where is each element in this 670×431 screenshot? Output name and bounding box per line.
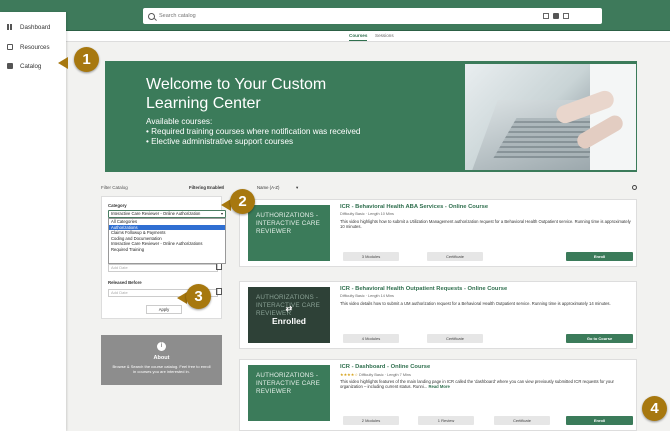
- course-meta: ★★★★☆ Difficulty Basic · Length 7 Mins: [340, 372, 411, 377]
- course-card: AUTHORIZATIONS - INTERACTIVE CARE REVIEW…: [239, 199, 637, 267]
- course-meta-text: Difficulty Basic · Length 7 Mins: [359, 373, 411, 377]
- sidebar-item-dashboard[interactable]: Dashboard: [0, 18, 66, 36]
- enroll-button[interactable]: Enroll: [566, 416, 633, 425]
- banner-subtitle: Available courses: • Required training c…: [146, 117, 426, 147]
- course-title[interactable]: ICR - Behavioral Health ABA Services - O…: [340, 204, 488, 210]
- clear-filter-icon[interactable]: ×: [221, 185, 224, 191]
- callout-badge-1: 1: [74, 47, 99, 72]
- search-icon[interactable]: [632, 185, 637, 190]
- banner-photo: [465, 64, 636, 170]
- enroll-button[interactable]: Enroll: [566, 252, 633, 261]
- dashboard-icon: [7, 24, 13, 30]
- banner-title: Welcome to Your Custom Learning Center: [146, 76, 327, 112]
- sidebar-item-resources[interactable]: Resources: [0, 38, 66, 56]
- grid-view-icon[interactable]: [543, 13, 549, 19]
- modules-badge: 3 Modules: [343, 252, 399, 261]
- filtering-enabled-label: Filtering Enabled: [189, 185, 224, 190]
- modules-badge: 2 Modules: [343, 416, 399, 425]
- callout-pointer: [58, 57, 68, 69]
- banner-line: Available courses:: [146, 117, 213, 126]
- about-title: About: [153, 355, 170, 361]
- course-meta: Difficulty Basic · Length 10 Mins: [340, 212, 394, 216]
- chevron-down-icon: ▾: [220, 211, 223, 216]
- tab-sessions[interactable]: Sessions: [375, 33, 394, 38]
- course-thumbnail[interactable]: AUTHORIZATIONS - INTERACTIVE CARE REVIEW…: [248, 205, 330, 261]
- course-description: This video highlights features of the ma…: [340, 379, 632, 390]
- released-before-label: Released Before: [108, 280, 142, 285]
- sidebar: Dashboard Resources Catalog: [0, 12, 66, 431]
- folder-icon[interactable]: [553, 13, 559, 19]
- calendar-icon[interactable]: [216, 263, 222, 270]
- certificate-badge: Certificate: [427, 252, 483, 261]
- sidebar-item-label: Catalog: [20, 62, 42, 70]
- catalog-search[interactable]: [143, 8, 602, 24]
- read-more-link[interactable]: Read More: [428, 384, 449, 389]
- callout-badge-2: 2: [230, 189, 255, 214]
- category-value: Interactive Care Reviewer - Online Autho…: [111, 211, 201, 216]
- sidebar-item-catalog[interactable]: Catalog: [0, 57, 66, 75]
- welcome-banner: Welcome to Your Custom Learning Center A…: [105, 61, 637, 172]
- course-title[interactable]: ICR - Behavioral Health Outpatient Reque…: [340, 286, 507, 292]
- sidebar-item-label: Dashboard: [20, 23, 51, 31]
- category-select[interactable]: Interactive Care Reviewer - Online Autho…: [108, 210, 226, 218]
- rating-stars: ★★★★☆: [340, 372, 358, 377]
- course-description: This video highlights how to submit a Ut…: [340, 219, 631, 230]
- enrolled-label: Enrolled: [271, 315, 306, 326]
- course-description: This video details how to submit a UM au…: [340, 301, 611, 306]
- about-panel: i About Browse & Search the course catal…: [101, 335, 222, 385]
- document-icon: [7, 44, 13, 50]
- certificate-badge: Certificate: [494, 416, 550, 425]
- search-input[interactable]: [159, 13, 539, 19]
- document-icon[interactable]: [563, 13, 569, 19]
- search-icon: [148, 12, 155, 20]
- tab-courses[interactable]: Courses: [349, 33, 368, 41]
- apply-button[interactable]: Apply: [146, 305, 182, 314]
- sort-select[interactable]: Name (A-Z): [257, 185, 279, 190]
- banner-line: • Elective administrative support course…: [146, 137, 294, 146]
- callout-badge-3: 3: [186, 284, 211, 309]
- folder-icon: [7, 63, 13, 69]
- modules-badge: 4 Modules: [343, 334, 399, 343]
- enrolled-overlay: ⇄ Enrolled: [248, 287, 330, 343]
- course-card: AUTHORIZATIONS - INTERACTIVE CARE REVIEW…: [239, 359, 637, 431]
- tab-bar: Courses Sessions: [66, 31, 670, 42]
- course-description-text: This video highlights features of the ma…: [340, 379, 614, 390]
- go-to-course-button[interactable]: Go to Course: [566, 334, 633, 343]
- enrolled-icon: ⇄: [285, 303, 293, 313]
- certificate-badge: Certificate: [427, 334, 483, 343]
- about-text: Browse & Search the course catalog. Feel…: [112, 364, 211, 374]
- category-label: Category: [108, 203, 127, 208]
- dropdown-option[interactable]: Required Training: [109, 247, 225, 253]
- course-thumbnail[interactable]: AUTHORIZATIONS - INTERACTIVE CARE REVIEW…: [248, 365, 330, 421]
- info-icon: i: [157, 342, 166, 351]
- sidebar-item-label: Resources: [20, 43, 50, 51]
- course-meta: Difficulty Basic · Length 14 Mins: [340, 294, 394, 298]
- reviews-badge[interactable]: 1 Review: [418, 416, 474, 425]
- chevron-down-icon[interactable]: ▾: [296, 185, 298, 191]
- released-after-input[interactable]: Add Date: [108, 264, 218, 272]
- top-bar: [0, 0, 670, 31]
- course-card: AUTHORIZATIONS - INTERACTIVE CARE REVIEW…: [239, 281, 637, 349]
- course-title[interactable]: ICR - Dashboard - Online Course: [340, 364, 430, 370]
- banner-line: • Required training courses where notifi…: [146, 127, 361, 136]
- category-dropdown[interactable]: All Categories Authorizations Claims Fol…: [108, 218, 226, 264]
- callout-badge-4: 4: [642, 396, 667, 421]
- calendar-icon[interactable]: [216, 288, 222, 295]
